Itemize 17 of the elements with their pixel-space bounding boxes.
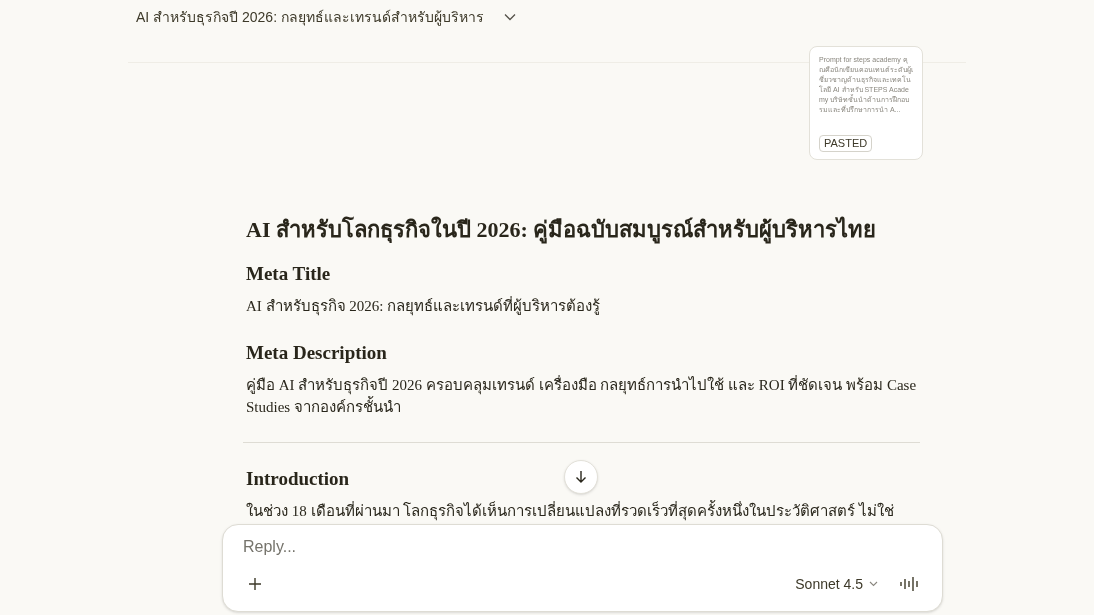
chevron-down-icon[interactable] [503, 13, 516, 21]
conversation-title[interactable]: AI สำหรับธุรกิจปี 2026: กลยุทธ์และเทรนด์สำหรับผู้บริหาร [136, 6, 484, 28]
plus-icon [248, 577, 262, 591]
paragraph: คู่มือ AI สำหรับธุรกิจปี 2026 ครอบคลุมเทรนด์ เครื่องมือ กลยุทธ์การนำไปใช้ และ ROI ที่ชัดเจน พร้อม Case Studies จากองค์กรชั้นนำ [246, 374, 918, 417]
chevron-down-icon [869, 581, 878, 587]
pasted-label: PASTED [819, 135, 873, 152]
article-title: AI สำหรับโลกธุรกิจในปี 2026: คู่มือฉบับสมบูรณ์สำหรับผู้บริหารไทย [246, 216, 878, 244]
model-selector[interactable]: Sonnet 4.5 [795, 573, 878, 595]
reply-input-field[interactable]: Reply... [243, 537, 922, 557]
audio-waveform-icon [900, 576, 920, 592]
section-heading: Introduction [246, 467, 350, 491]
paragraph: ในช่วง 18 เดือนที่ผ่านมา โลกธุรกิจได้เห็นการเปลี่ยนแปลงที่รวดเร็วที่สุดครั้งหนึ่งในประวัติศาสตร์ ไม่ใช่ [246, 500, 920, 522]
section-heading: Meta Description [246, 341, 387, 365]
paragraph: AI สำหรับธุรกิจ 2026: กลยุทธ์และเทรนด์ที่ผู้บริหารต้องรู้ [246, 295, 602, 317]
scroll-down-button[interactable] [564, 460, 598, 494]
arrow-down-icon [575, 470, 587, 484]
section-heading: Meta Title [246, 262, 331, 286]
